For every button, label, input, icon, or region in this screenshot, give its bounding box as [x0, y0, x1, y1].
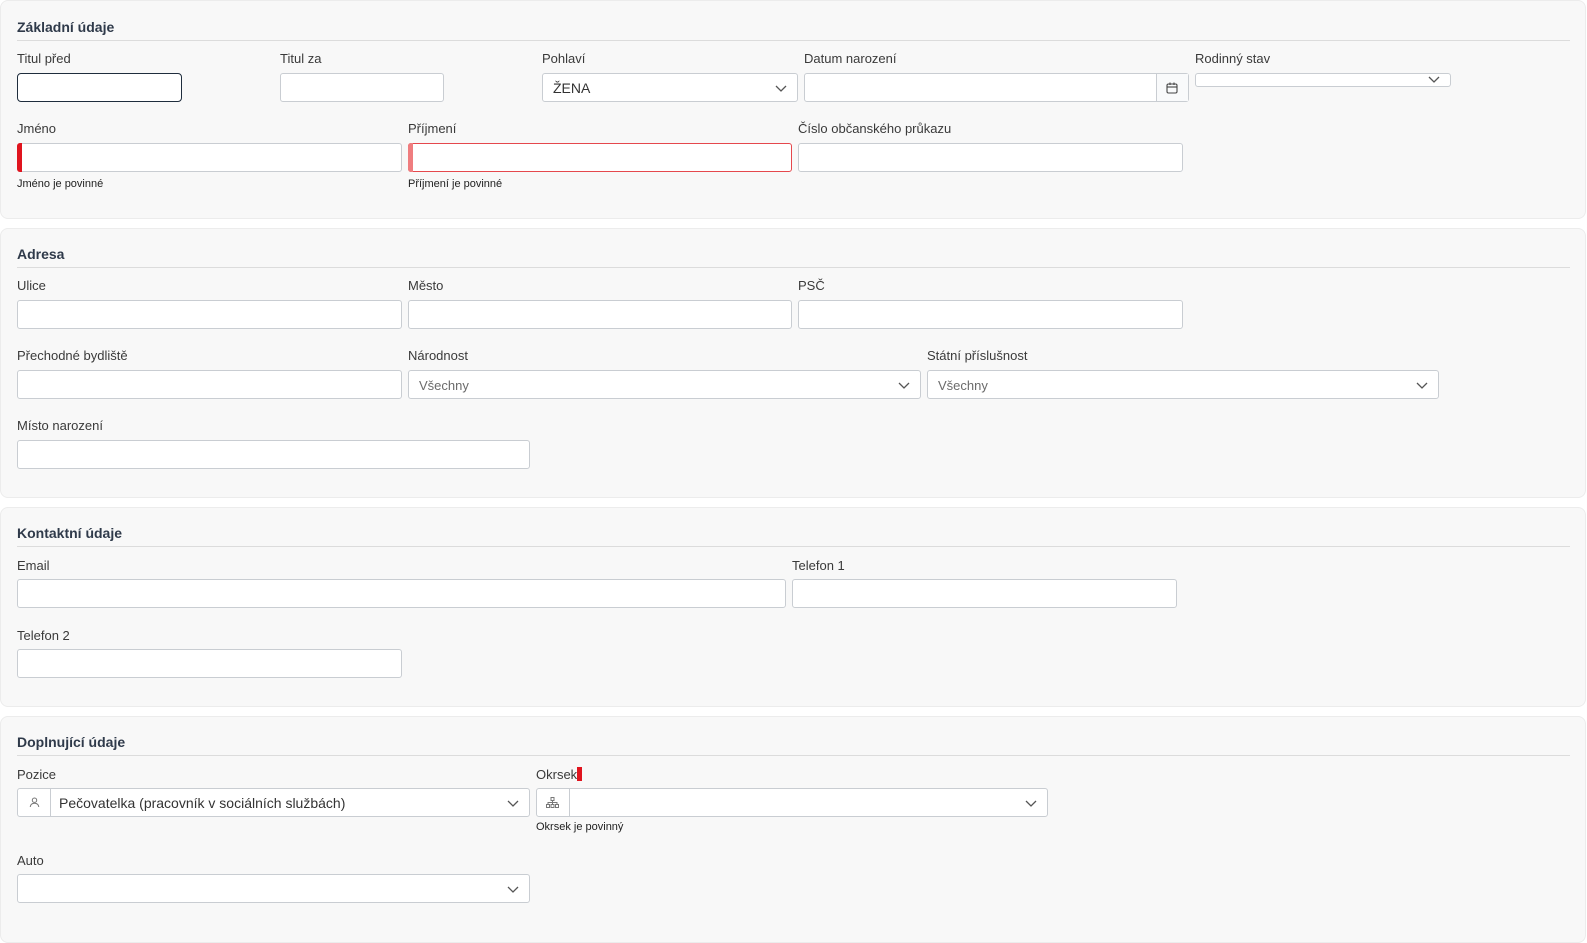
label-okrsek: Okrsek — [536, 767, 583, 782]
section-contact: Kontaktní údaje Email Telefon 1 Telefon … — [0, 507, 1586, 707]
datum-narozeni-input[interactable] — [804, 73, 1189, 102]
label-jmeno: Jméno — [17, 121, 57, 136]
statni-prislusnost-select[interactable]: Všechny — [927, 370, 1439, 399]
chevron-down-icon — [507, 800, 519, 807]
label-cislo-op: Číslo občanského průkazu — [798, 121, 952, 136]
misto-narozeni-input[interactable] — [17, 440, 530, 469]
cislo-op-input[interactable] — [798, 143, 1183, 172]
chevron-down-icon — [1416, 382, 1428, 389]
prijmeni-input[interactable] — [408, 143, 792, 172]
required-indicator — [17, 143, 22, 172]
calendar-button[interactable] — [1156, 74, 1188, 101]
okrsek-label-text: Okrsek — [536, 767, 578, 782]
pohlavi-select[interactable]: ŽENA — [542, 73, 798, 102]
prijmeni-error: Příjmení je povinné — [408, 178, 503, 190]
pozice-select[interactable]: Pečovatelka (pracovník v sociálních služ… — [17, 788, 530, 817]
section-address: Adresa Ulice Město PSČ Přechodné bydlišt… — [0, 228, 1586, 498]
rodinny-stav-select[interactable] — [1195, 73, 1451, 87]
psc-input[interactable] — [798, 300, 1183, 329]
label-statni-prislusnost: Státní příslušnost — [927, 348, 1028, 363]
label-psc: PSČ — [798, 278, 825, 293]
pohlavi-value: ŽENA — [553, 80, 591, 96]
label-rodinny-stav: Rodinný stav — [1195, 51, 1271, 66]
pozice-prefix — [18, 789, 51, 816]
label-titul-za: Titul za — [280, 51, 322, 66]
section-divider — [17, 267, 1570, 268]
label-pohlavi: Pohlaví — [542, 51, 586, 66]
section-additional: Doplnující údaje Pozice Pečovatelka (pra… — [0, 716, 1586, 943]
label-mesto: Město — [408, 278, 444, 293]
hierarchy-icon — [546, 797, 559, 808]
section-divider — [17, 40, 1570, 41]
statni-prislusnost-value: Všechny — [938, 378, 988, 393]
chevron-down-icon — [1025, 800, 1037, 807]
label-email: Email — [17, 558, 50, 573]
titul-pred-input[interactable] — [17, 73, 182, 102]
label-auto: Auto — [17, 853, 44, 868]
label-pozice: Pozice — [17, 767, 57, 782]
person-icon — [29, 797, 40, 808]
required-indicator — [577, 767, 583, 781]
label-datum-narozeni: Datum narození — [804, 51, 897, 66]
chevron-down-icon — [507, 886, 519, 893]
section-title: Doplnující údaje — [17, 734, 126, 750]
calendar-icon — [1166, 82, 1178, 94]
label-telefon2: Telefon 2 — [17, 628, 70, 643]
titul-za-input[interactable] — [280, 73, 444, 102]
chevron-down-icon — [1428, 76, 1440, 83]
ulice-input[interactable] — [17, 300, 402, 329]
pozice-value: Pečovatelka (pracovník v sociálních služ… — [59, 795, 346, 811]
section-title: Základní údaje — [17, 19, 115, 35]
chevron-down-icon — [775, 85, 787, 92]
chevron-down-icon — [898, 382, 910, 389]
jmeno-error: Jméno je povinné — [17, 178, 104, 190]
email-input[interactable] — [17, 579, 786, 608]
required-indicator — [408, 143, 413, 172]
telefon2-input[interactable] — [17, 649, 402, 678]
narodnost-value: Všechny — [419, 378, 469, 393]
label-prijmeni: Příjmení — [408, 121, 457, 136]
section-basic-info: Základní údaje Titul před Titul za Pohla… — [0, 0, 1586, 219]
label-titul-pred: Titul před — [17, 51, 71, 66]
label-narodnost: Národnost — [408, 348, 468, 363]
label-misto-narozeni: Místo narození — [17, 418, 103, 433]
section-divider — [17, 546, 1570, 547]
prechodne-bydliste-input[interactable] — [17, 370, 402, 399]
okrsek-error: Okrsek je povinný — [536, 821, 624, 833]
section-title: Kontaktní údaje — [17, 525, 123, 541]
telefon1-input[interactable] — [792, 579, 1177, 608]
mesto-input[interactable] — [408, 300, 792, 329]
okrsek-prefix — [537, 789, 570, 816]
okrsek-select[interactable] — [536, 788, 1048, 817]
jmeno-input[interactable] — [17, 143, 402, 172]
label-telefon1: Telefon 1 — [792, 558, 845, 573]
label-ulice: Ulice — [17, 278, 46, 293]
auto-select[interactable] — [17, 874, 530, 903]
label-prechodne-bydliste: Přechodné bydliště — [17, 348, 128, 363]
section-title: Adresa — [17, 246, 65, 262]
section-divider — [17, 755, 1570, 756]
narodnost-select[interactable]: Všechny — [408, 370, 921, 399]
